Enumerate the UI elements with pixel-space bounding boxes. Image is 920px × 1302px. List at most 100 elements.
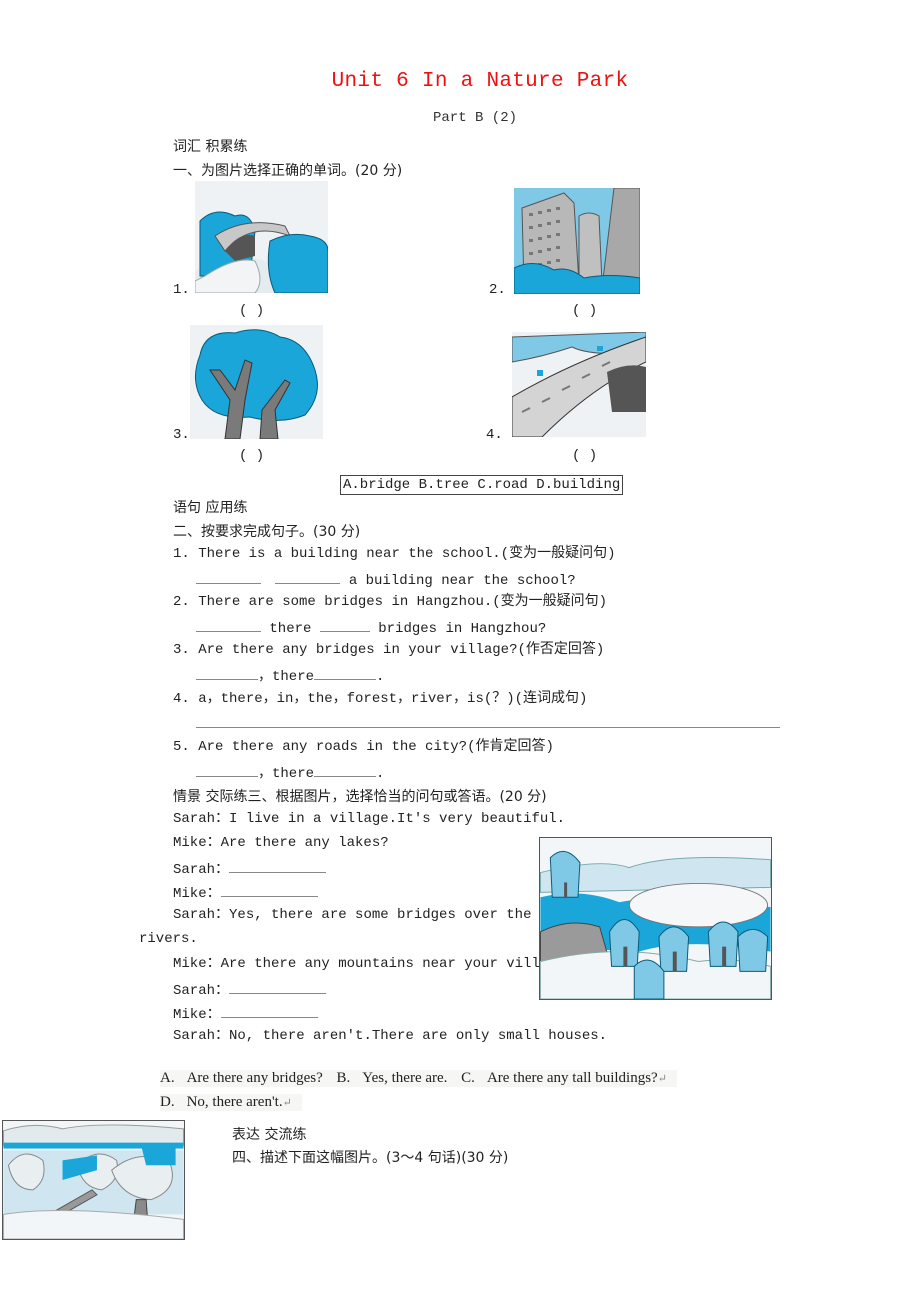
item-number: 3. — [173, 427, 190, 443]
answer-blank[interactable] — [196, 762, 258, 777]
dialogue-line: Mike：Are there any lakes? — [173, 834, 389, 852]
question-number: 4. — [173, 691, 190, 707]
road-icon — [512, 332, 646, 437]
dialogue-line: Mike： — [173, 882, 318, 903]
village-landscape-icon — [540, 838, 771, 999]
answer-tail: . — [376, 669, 385, 685]
question-prompt: There is a building near the school.(变为一… — [198, 546, 616, 562]
item-number: 2. — [489, 282, 506, 298]
question-3: 3. Are there any bridges in your village… — [173, 641, 604, 659]
speaker: Mike： — [173, 1007, 221, 1023]
park-bridge-trees-picture — [2, 1120, 185, 1240]
question-number: 1. — [173, 546, 190, 562]
question-5: 5. Are there any roads in the city?(作肯定回… — [173, 738, 554, 756]
answer-blank[interactable] — [196, 665, 258, 680]
question-number: 3. — [173, 642, 190, 658]
utterance: I live in a village.It's very beautiful. — [229, 811, 566, 827]
item-number: 1. — [173, 282, 190, 298]
dialogue-line: Sarah：I live in a village.It's very beau… — [173, 810, 565, 828]
section1-category: 词汇 积累练 — [173, 139, 248, 155]
question-number: 2. — [173, 594, 190, 610]
question-2: 2. There are some bridges in Hangzhou.(变… — [173, 593, 607, 611]
section2-instruction: 二、按要求完成句子。(30 分) — [173, 524, 361, 540]
dialogue-line: Sarah： — [173, 858, 327, 879]
section2-category: 语句 应用练 — [173, 500, 248, 516]
utterance: rivers. — [139, 931, 198, 947]
speaker: Sarah： — [173, 983, 230, 999]
dialogue-blank[interactable] — [220, 882, 318, 897]
dialogue-line: Sarah：Yes, there are some bridges over t… — [173, 906, 531, 924]
answer-tail: bridges in Hangzhou? — [378, 621, 547, 637]
answer-slot[interactable]: ( ) — [239, 303, 264, 319]
page-subtitle: Part B (2) — [432, 110, 517, 126]
utterance: Are there any mountains near your villag — [220, 956, 557, 972]
speaker: Sarah： — [173, 1028, 230, 1044]
section4-category: 表达 交流练 — [232, 1127, 307, 1143]
tall-buildings-picture — [514, 188, 640, 294]
choice-option: A. Are there any bridges? — [160, 1070, 323, 1086]
section4-instruction: 四、描述下面这幅图片。(3～4 句话)(30 分) — [232, 1150, 509, 1166]
dialogue-line: rivers. — [139, 930, 198, 948]
dialogue-blank[interactable] — [229, 858, 327, 873]
answer-blank[interactable] — [314, 762, 377, 777]
word-options-box: A.bridge B.tree C.road D.building — [340, 475, 624, 495]
speaker: Mike： — [173, 886, 221, 902]
answer-tail: a building near the school? — [348, 573, 576, 589]
speaker: Mike： — [173, 835, 221, 851]
speaker: Sarah： — [173, 862, 230, 878]
speaker: Mike： — [173, 956, 221, 972]
choice-options-line-1: A. Are there any bridges? B. Yes, there ar… — [160, 1070, 677, 1087]
question-prompt: Are there any bridges in your village?(作… — [198, 642, 605, 658]
answer-mid: ，there — [258, 669, 315, 685]
answer-blank[interactable] — [196, 569, 261, 584]
answer-line-3: ，there. — [196, 665, 384, 686]
dialogue-line: Mike： — [173, 1003, 318, 1024]
answer-line-1: a building near the school? — [196, 569, 576, 590]
page-title: Unit 6 In a Nature Park — [331, 70, 629, 93]
answer-blank[interactable] — [314, 665, 377, 680]
dialogue-blank[interactable] — [229, 979, 327, 994]
answer-line-4[interactable] — [196, 727, 780, 728]
answer-mid: ，there — [258, 766, 315, 782]
answer-slot[interactable]: ( ) — [572, 448, 597, 464]
tree-icon — [190, 325, 323, 439]
answer-blank[interactable] — [319, 617, 370, 632]
speaker: Sarah： — [173, 907, 230, 923]
section1-instruction: 一、为图片选择正确的单词。(20 分) — [173, 163, 403, 179]
building-icon — [514, 188, 640, 294]
answer-mid: there — [269, 621, 312, 637]
answer-tail: . — [376, 766, 385, 782]
park-landscape-icon — [3, 1121, 184, 1239]
section3-heading: 情景 交际练三、根据图片，选择恰当的问句或答语。(20 分) — [173, 789, 547, 805]
answer-blank[interactable] — [196, 617, 261, 632]
utterance: No, there aren't.There are only small ho… — [229, 1028, 608, 1044]
dialogue-line: Sarah： — [173, 979, 327, 1000]
question-prompt: Are there any roads in the city?(作肯定回答) — [198, 739, 554, 755]
return-mark-icon: ↵ — [657, 1073, 667, 1085]
question-4: 4. a，there，in，the，forest，river，is(？)(连词成… — [173, 690, 587, 708]
bridge-over-river-picture — [195, 181, 328, 293]
question-1: 1. There is a building near the school.(… — [173, 545, 615, 563]
answer-blank[interactable] — [275, 569, 341, 584]
answer-line-5: ，there. — [196, 762, 384, 783]
choice-options-line-2: D. No, there aren't.↵ — [160, 1094, 302, 1111]
bridge-icon — [195, 181, 328, 293]
utterance: Are there any lakes? — [220, 835, 389, 851]
choice-option: B. Yes, there are. — [336, 1070, 448, 1086]
choice-option: D. No, there aren't.↵ — [160, 1094, 292, 1110]
choice-option: C. Are there any tall buildings?↵ — [461, 1070, 667, 1086]
answer-slot[interactable]: ( ) — [572, 303, 597, 319]
answer-slot[interactable]: ( ) — [239, 448, 264, 464]
return-mark-icon: ↵ — [282, 1097, 292, 1109]
answer-line-2: there bridges in Hangzhou? — [196, 617, 546, 638]
question-prompt: There are some bridges in Hangzhou.(变为一般… — [198, 594, 608, 610]
dialogue-blank[interactable] — [220, 1003, 318, 1018]
village-lake-picture — [539, 837, 772, 1000]
question-prompt: a，there，in，the，forest，river，is(？)(连词成句) — [198, 691, 588, 707]
utterance: Yes, there are some bridges over the — [229, 907, 532, 923]
speaker: Sarah： — [173, 811, 230, 827]
item-number: 4. — [486, 427, 503, 443]
dialogue-line: Sarah：No, there aren't.There are only sm… — [173, 1027, 607, 1045]
road-overpass-picture — [512, 332, 646, 437]
tree-picture — [190, 325, 323, 439]
